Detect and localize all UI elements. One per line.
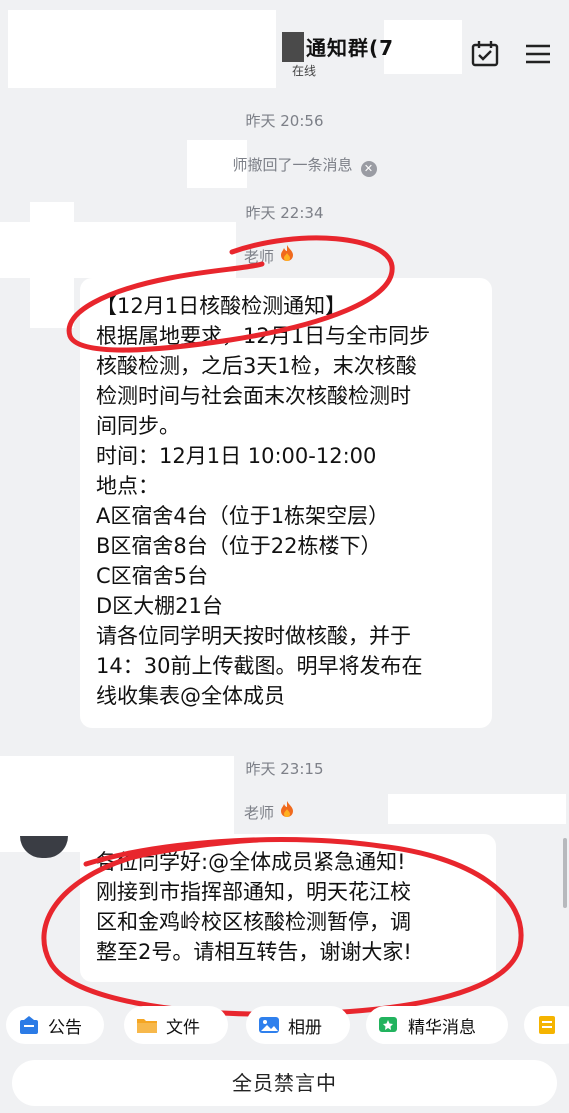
essence-messages-label: 精华消息 [408,1017,476,1038]
sender-name[interactable]: 老师 [244,244,295,267]
sender-name[interactable]: 老师 [244,800,295,823]
recall-notice: 师撤回了一条消息 ✕ [0,154,569,177]
message-line: 请各位同学明天按时做核酸，并于 [96,624,411,648]
message-line: 时间：12月1日 10:00-12:00 [96,444,377,468]
announcement-icon [18,1015,40,1035]
menu-icon[interactable] [522,38,554,70]
chat-header: 通知群(7 在线 [0,0,569,100]
sender-label: 老师 [244,804,275,822]
message-bubble[interactable]: 各位同学好:@全体成员紧急通知! 刚接到市指挥部通知，明天花江校 区和金鸡岭校区… [80,834,496,982]
message-line: C区宿舍5台 [96,564,209,588]
message-line: A区宿舍4台（位于1栋架空层） [96,504,390,528]
calendar-check-icon[interactable] [469,38,501,70]
message-line: 各位同学好:@全体成员紧急通知! [96,850,406,874]
folder-icon [136,1015,158,1035]
redaction-block [0,222,236,278]
message-line: 地点： [96,474,159,498]
message-line: 刚接到市指挥部通知，明天花江校 [96,880,411,904]
timestamp: 昨天 20:56 [245,112,324,130]
avatar-fragment [282,32,304,62]
redaction-block [384,20,462,74]
redaction-block [8,10,276,88]
recall-text: 师撤回了一条消息 [232,156,353,174]
close-circle-icon[interactable]: ✕ [360,161,377,177]
files-label: 文件 [166,1017,200,1038]
message-line: 14：30前上传截图。明早将发布在 [96,654,423,678]
notes-icon [536,1015,558,1035]
group-title[interactable]: 通知群(7 [306,32,394,61]
fire-icon [279,800,295,822]
message-line: 间同步。 [96,414,180,438]
sender-label: 老师 [244,248,275,266]
fire-icon [279,244,295,266]
album-label: 相册 [288,1017,322,1038]
album-button[interactable]: 相册 [246,1006,350,1044]
group-toolbar: 公告 文件 相册 精华消息 [0,998,569,1054]
online-status: 在线 [292,64,317,78]
message-line: 核酸检测，之后3天1检，末次核酸 [96,354,417,378]
files-button[interactable]: 文件 [124,1006,228,1044]
photo-album-icon [258,1015,280,1035]
message-line: D区大棚21台 [96,594,223,618]
muted-input[interactable]: 全员禁言中 [12,1060,557,1106]
message-line: B区宿舍8台（位于22栋楼下） [96,534,382,558]
scrollbar[interactable] [563,838,567,908]
avatar[interactable] [20,836,68,858]
essence-message-icon [378,1015,400,1035]
message-line: 根据属地要求，12月1日与全市同步 [96,324,431,348]
input-bar: 全员禁言中 [0,1054,569,1113]
message-bubble[interactable]: 【12月1日核酸检测通知】 根据属地要求，12月1日与全市同步 核酸检测，之后3… [80,278,492,728]
announcement-button[interactable]: 公告 [6,1006,104,1044]
timestamp: 昨天 22:34 [245,204,324,222]
essence-messages-button[interactable]: 精华消息 [366,1006,508,1044]
announcement-label: 公告 [48,1017,82,1038]
redaction-block [388,794,566,824]
message-line: 整至2号。请相互转告，谢谢大家! [96,940,412,964]
message-line: 检测时间与社会面末次核酸检测时 [96,384,411,408]
message-line: 区和金鸡岭校区核酸检测暂停，调 [96,910,411,934]
message-line: 线收集表@全体成员 [96,684,285,708]
notes-button[interactable] [524,1006,569,1044]
message-line: 【12月1日核酸检测通知】 [96,294,347,318]
